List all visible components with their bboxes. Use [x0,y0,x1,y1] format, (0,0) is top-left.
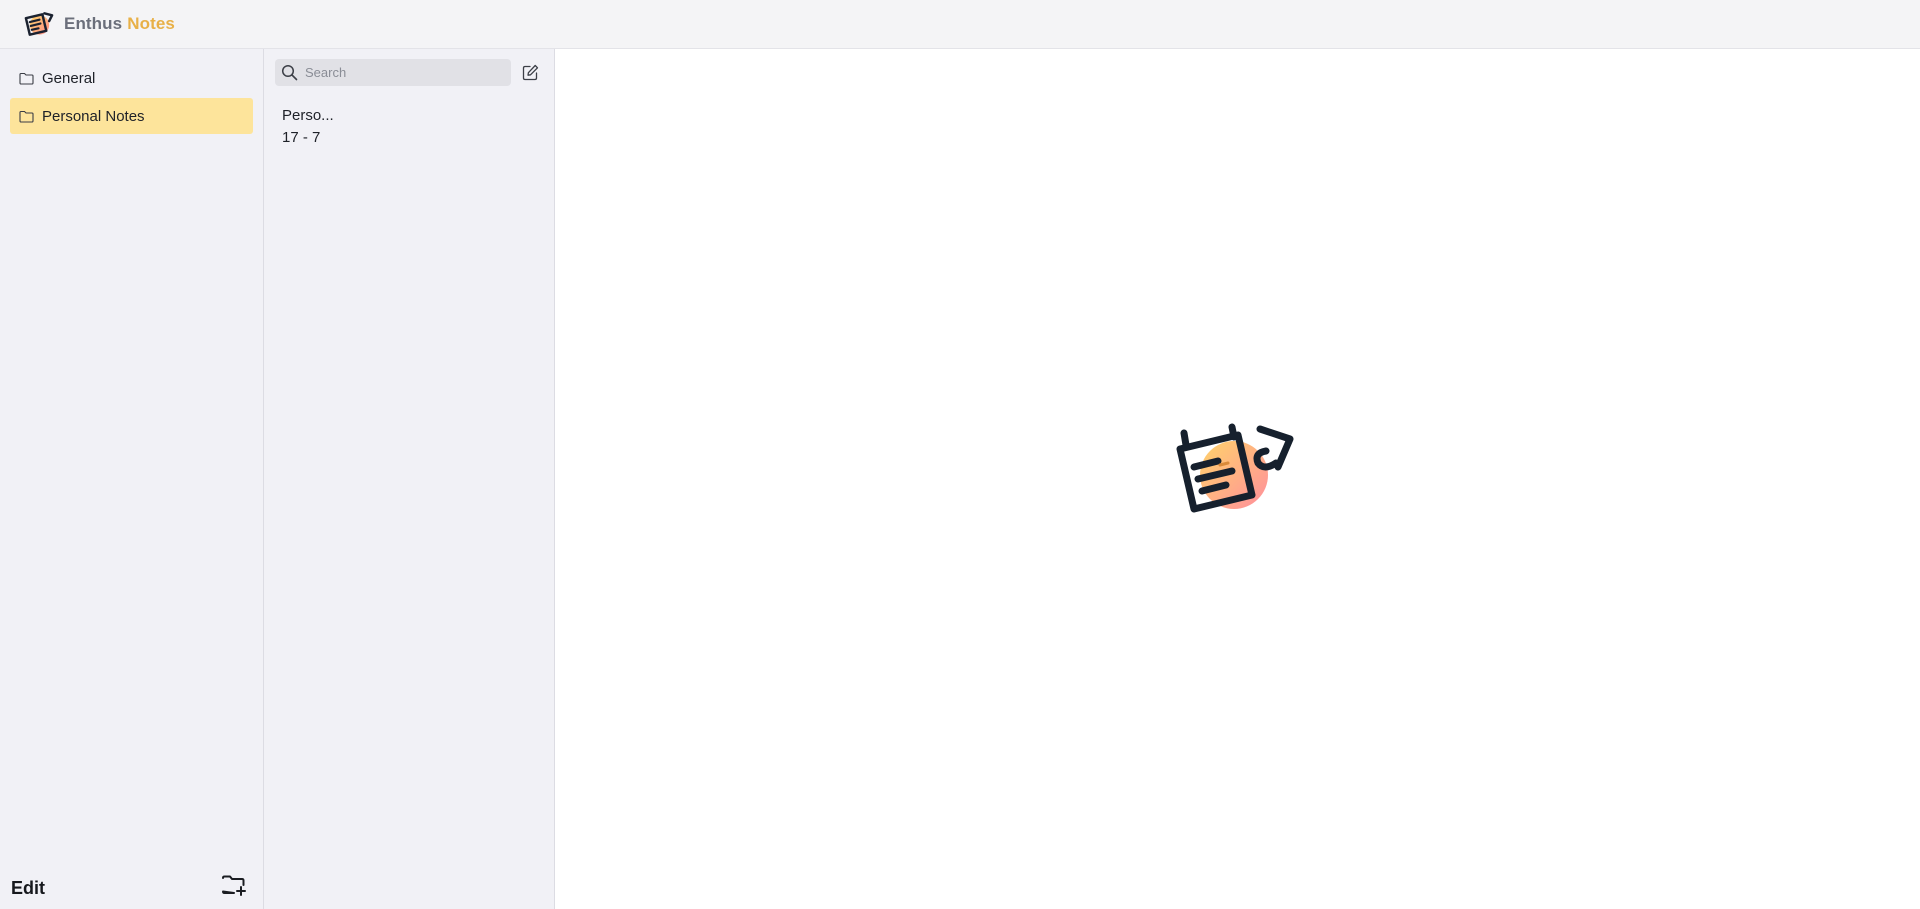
folder-item-personal-notes[interactable]: Personal Notes [10,98,253,134]
sidebar-footer: Edit [0,859,264,909]
app-title-primary: Enthus [64,14,123,33]
folder-sidebar: General Personal Notes Edit [0,49,264,909]
notes-logo-icon [22,9,56,39]
edit-button[interactable]: Edit [11,878,45,899]
folder-item-general[interactable]: General [10,60,253,96]
note-date: 17 - 7 [282,129,321,146]
search-box[interactable] [275,59,511,86]
note-list: Perso... 17 - 7 [264,86,554,149]
search-row [264,49,554,86]
folder-icon [19,109,35,123]
list-item[interactable]: Perso... 17 - 7 [282,105,554,149]
folder-plus-icon[interactable] [220,871,248,899]
main-editor-area [555,49,1920,909]
folder-list: General Personal Notes [0,49,263,134]
notes-illustration-icon [1172,423,1304,533]
app-header: Enthus Notes [0,0,1920,49]
app-title-accent: Notes [127,14,175,33]
search-icon [281,64,299,82]
search-input[interactable] [303,64,503,81]
folder-icon [19,71,35,85]
folder-label: Personal Notes [42,107,145,125]
compose-icon[interactable] [519,62,541,84]
notes-panel: Perso... 17 - 7 [264,49,555,909]
folder-label: General [42,69,96,87]
note-title: Perso... [282,107,334,124]
app-title: Enthus Notes [64,14,175,34]
